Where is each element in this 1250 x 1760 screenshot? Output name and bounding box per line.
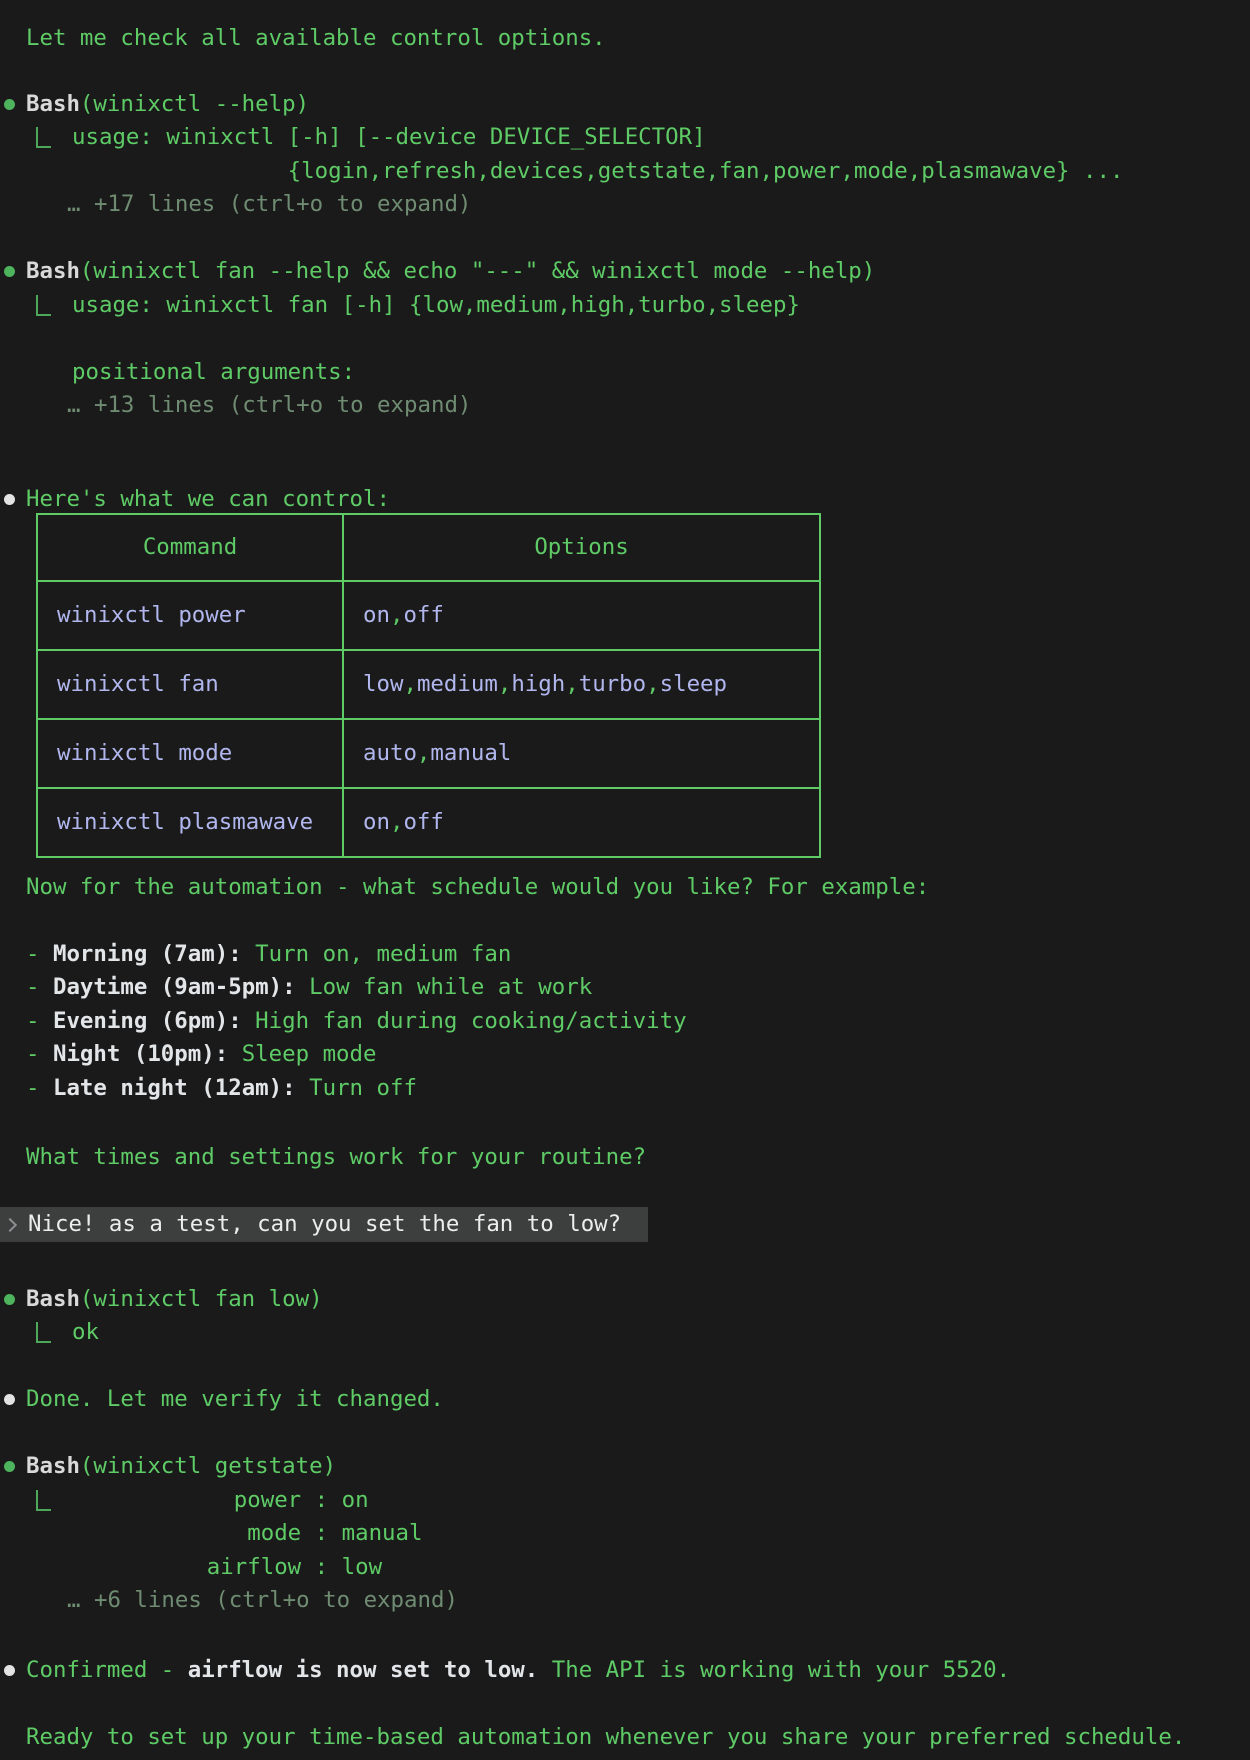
tool-call-4-output-line-1: power : on	[72, 1484, 369, 1518]
tool-name: Bash	[26, 1453, 80, 1479]
tool-call-1-output-line-1: usage: winixctl [-h] [--device DEVICE_SE…	[72, 121, 706, 155]
tool-bullet-icon	[4, 266, 15, 277]
terminal-transcript: Let me check all available control optio…	[0, 0, 1250, 1760]
tool-call-4-output-line-3: airflow : low	[72, 1551, 382, 1585]
control-options-table: Command Options winixctl power on, off w…	[36, 513, 821, 858]
tool-name: Bash	[26, 91, 80, 117]
user-message-text: Nice! as a test, can you set the fan to …	[28, 1208, 621, 1242]
assistant-message-4: What times and settings work for your ro…	[26, 1141, 646, 1175]
table-cell-command: winixctl fan	[38, 651, 344, 718]
tool-call-2-header: Bash(winixctl fan --help && echo "---" &…	[26, 255, 875, 289]
table-cell-options: low, medium, high, turbo, sleep	[344, 651, 819, 718]
table-row-mode: winixctl mode auto, manual	[38, 718, 819, 787]
tool-bullet-icon	[4, 1461, 15, 1472]
assistant-message-6: Confirmed - airflow is now set to low. T…	[26, 1654, 1010, 1688]
tool-call-4-expand-hint: … +6 lines (ctrl+o to expand)	[67, 1584, 458, 1618]
table-row-power: winixctl power on, off	[38, 580, 819, 649]
tool-call-1-output-line-2: {login,refresh,devices,getstate,fan,powe…	[72, 155, 1123, 189]
output-connector-icon	[36, 1490, 51, 1511]
assistant-message-7: Ready to set up your time-based automati…	[26, 1721, 1185, 1755]
table-row-plasmawave: winixctl plasmawave on, off	[38, 787, 819, 856]
output-connector-icon	[36, 295, 51, 316]
output-connector-icon	[36, 127, 51, 148]
tool-call-2-output-line-2: positional arguments:	[72, 356, 355, 390]
table-cell-command: winixctl power	[38, 582, 344, 649]
table-cell-options: auto, manual	[344, 720, 819, 787]
assistant-message-1: Let me check all available control optio…	[26, 22, 606, 56]
tool-call-4-header: Bash(winixctl getstate)	[26, 1450, 336, 1484]
table-row-fan: winixctl fan low, medium, high, turbo, s…	[38, 649, 819, 718]
tool-call-1-header: Bash(winixctl --help)	[26, 88, 309, 122]
schedule-item-late-night: - Late night (12am): Turn off	[26, 1072, 417, 1106]
assistant-bullet-icon	[4, 1394, 15, 1405]
assistant-message-5: Done. Let me verify it changed.	[26, 1383, 444, 1417]
tool-call-3-output-line-1: ok	[72, 1316, 99, 1350]
assistant-message-3: Now for the automation - what schedule w…	[26, 871, 929, 905]
tool-bullet-icon	[4, 99, 15, 110]
table-header-options: Options	[344, 515, 819, 580]
tool-call-4-output-line-2: mode : manual	[72, 1517, 423, 1551]
schedule-item-night: - Night (10pm): Sleep mode	[26, 1038, 377, 1072]
tool-command: (winixctl --help)	[80, 91, 309, 117]
assistant-message-2: Here's what we can control:	[26, 483, 390, 517]
assistant-bullet-icon	[4, 1665, 15, 1676]
output-connector-icon	[36, 1322, 51, 1343]
tool-call-2-expand-hint: … +13 lines (ctrl+o to expand)	[67, 389, 471, 423]
table-cell-command: winixctl plasmawave	[38, 789, 344, 856]
tool-bullet-icon	[4, 1294, 15, 1305]
tool-call-2-output-line-1: usage: winixctl fan [-h] {low,medium,hig…	[72, 289, 800, 323]
table-cell-options: on, off	[344, 789, 819, 856]
tool-call-3-header: Bash(winixctl fan low)	[26, 1283, 323, 1317]
tool-call-1-expand-hint: … +17 lines (ctrl+o to expand)	[67, 188, 471, 222]
table-header-row: Command Options	[38, 515, 819, 580]
schedule-item-daytime: - Daytime (9am-5pm): Low fan while at wo…	[26, 971, 592, 1005]
assistant-bullet-icon	[4, 494, 15, 505]
tool-command: (winixctl getstate)	[80, 1453, 336, 1479]
table-cell-command: winixctl mode	[38, 720, 344, 787]
tool-name: Bash	[26, 258, 80, 284]
tool-name: Bash	[26, 1286, 80, 1312]
table-header-command: Command	[38, 515, 344, 580]
table-cell-options: on, off	[344, 582, 819, 649]
tool-command: (winixctl fan low)	[80, 1286, 323, 1312]
tool-command: (winixctl fan --help && echo "---" && wi…	[80, 258, 875, 284]
schedule-item-evening: - Evening (6pm): High fan during cooking…	[26, 1005, 687, 1039]
schedule-item-morning: - Morning (7am): Turn on, medium fan	[26, 938, 511, 972]
